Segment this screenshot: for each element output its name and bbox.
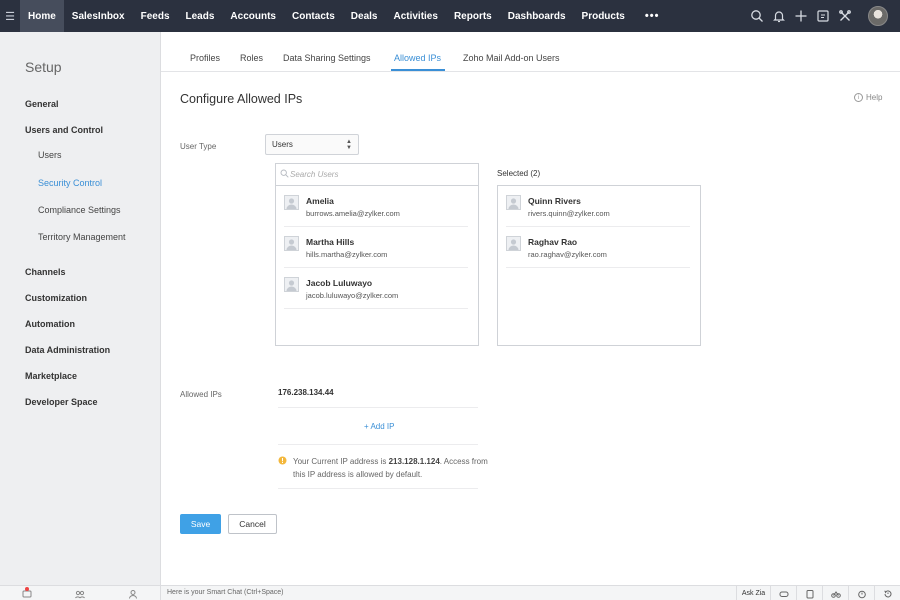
clipboard-icon[interactable] — [796, 586, 822, 600]
list-item[interactable]: Jacob Luluwayo jacob.luluwayo@zylker.com — [276, 268, 478, 309]
search-icon — [280, 169, 289, 178]
nav-salesinbox[interactable]: SalesInbox — [64, 0, 133, 32]
user-type-value: Users — [272, 140, 293, 149]
active-tab-indicator — [391, 69, 445, 71]
user-email: rao.raghav@zylker.com — [528, 250, 607, 259]
user-email: hills.martha@zylker.com — [306, 250, 388, 259]
add-ip-link[interactable]: + Add IP — [364, 422, 394, 431]
sidebar-item-developer-space[interactable]: Developer Space — [25, 397, 98, 407]
list-item[interactable]: Amelia burrows.amelia@zylker.com — [276, 186, 478, 227]
top-navigation: ☰ Home SalesInbox Feeds Leads Accounts C… — [0, 0, 900, 32]
tools-icon[interactable] — [838, 9, 852, 23]
bottom-bar: Here is your Smart Chat (Ctrl+Space) Ask… — [0, 585, 900, 600]
avatar[interactable] — [868, 6, 888, 26]
available-users-list: Amelia burrows.amelia@zylker.com Martha … — [275, 185, 479, 346]
tab-profiles[interactable]: Profiles — [190, 53, 220, 63]
user-name: Martha Hills — [306, 237, 355, 247]
smart-chat-bar[interactable]: Here is your Smart Chat (Ctrl+Space) — [167, 589, 284, 596]
list-item[interactable]: Quinn Rivers rivers.quinn@zylker.com — [498, 186, 700, 227]
nav-reports[interactable]: Reports — [446, 0, 500, 32]
gamepad-icon[interactable] — [770, 586, 796, 600]
divider — [278, 444, 478, 445]
nav-feeds[interactable]: Feeds — [133, 0, 178, 32]
cancel-button[interactable]: Cancel — [228, 514, 277, 534]
bell-icon[interactable] — [772, 9, 786, 23]
menu-icon[interactable]: ☰ — [0, 0, 20, 32]
user-name: Raghav Rao — [528, 237, 578, 247]
nav-accounts[interactable]: Accounts — [222, 0, 284, 32]
current-ip-notice: Your Current IP address is 213.128.1.124… — [293, 455, 488, 481]
tab-allowed-ips[interactable]: Allowed IPs — [394, 53, 441, 63]
avatar — [284, 195, 299, 210]
tab-zoho-mail-add-on-users[interactable]: Zoho Mail Add-on Users — [463, 53, 560, 63]
selected-count-label: Selected (2) — [497, 169, 541, 178]
help-link[interactable]: i Help — [854, 93, 882, 102]
sidebar-item-compliance-settings[interactable]: Compliance Settings — [38, 205, 121, 215]
sidebar-item-users-and-control[interactable]: Users and Control — [25, 125, 103, 135]
notice-prefix: Your Current IP address is — [293, 457, 389, 466]
sidebar-item-territory-management[interactable]: Territory Management — [38, 232, 126, 242]
divider — [278, 488, 478, 489]
nav-leads[interactable]: Leads — [178, 0, 223, 32]
nav-deals[interactable]: Deals — [343, 0, 386, 32]
user-name: Amelia — [306, 196, 334, 206]
nav-home[interactable]: Home — [20, 0, 64, 32]
allowed-ips-label: Allowed IPs — [180, 390, 222, 399]
settings-tabs: Profiles Roles Data Sharing Settings All… — [161, 32, 900, 72]
sidebar-item-marketplace[interactable]: Marketplace — [25, 371, 77, 381]
tab-roles[interactable]: Roles — [240, 53, 263, 63]
allowed-ip-value[interactable]: 176.238.134.44 — [278, 388, 334, 397]
bicycle-icon[interactable] — [822, 586, 848, 600]
selected-users-list: Quinn Rivers rivers.quinn@zylker.com Rag… — [497, 185, 701, 346]
nav-activities[interactable]: Activities — [385, 0, 445, 32]
sidebar-item-security-control[interactable]: Security Control — [38, 178, 102, 188]
help-label: Help — [866, 93, 883, 102]
sidebar-item-data-administration[interactable]: Data Administration — [25, 345, 110, 355]
list-item[interactable]: Raghav Rao rao.raghav@zylker.com — [498, 227, 700, 268]
warning-icon — [278, 456, 287, 465]
sidebar-item-users[interactable]: Users — [38, 150, 62, 160]
sidebar-item-general[interactable]: General — [25, 99, 59, 109]
user-name: Quinn Rivers — [528, 196, 581, 206]
user-type-label: User Type — [180, 142, 217, 151]
info-icon: i — [854, 93, 863, 102]
alarm-icon[interactable] — [848, 586, 874, 600]
history-icon[interactable] — [874, 586, 900, 600]
user-email: jacob.luluwayo@zylker.com — [306, 291, 399, 300]
avatar — [506, 236, 521, 251]
search-icon[interactable] — [750, 9, 764, 23]
bottom-right-icons: Ask Zia — [736, 586, 900, 600]
nav-more-button[interactable]: ••• — [633, 10, 672, 22]
avatar — [284, 236, 299, 251]
setup-sidebar: Setup General Users and Control Users Se… — [0, 32, 161, 585]
avatar — [284, 277, 299, 292]
user-type-select[interactable]: Users ▲ ▼ — [265, 134, 359, 155]
nav-contacts[interactable]: Contacts — [284, 0, 343, 32]
nav-dashboards[interactable]: Dashboards — [500, 0, 574, 32]
save-button[interactable]: Save — [180, 514, 221, 534]
notification-dot — [25, 587, 29, 591]
updown-arrow-icon: ▲ ▼ — [346, 138, 352, 151]
user-email: rivers.quinn@zylker.com — [528, 209, 610, 218]
ask-zia-button[interactable]: Ask Zia — [736, 586, 770, 600]
contacts-icon[interactable] — [127, 588, 139, 600]
page-title: Configure Allowed IPs — [180, 92, 303, 106]
divider — [278, 407, 478, 408]
list-item[interactable]: Martha Hills hills.martha@zylker.com — [276, 227, 478, 268]
sidebar-title: Setup — [25, 59, 62, 75]
tab-data-sharing-settings[interactable]: Data Sharing Settings — [283, 53, 371, 63]
avatar — [506, 195, 521, 210]
user-name: Jacob Luluwayo — [306, 278, 373, 288]
search-users-input[interactable] — [275, 163, 479, 186]
sidebar-item-channels[interactable]: Channels — [25, 267, 66, 277]
current-ip-value: 213.128.1.124 — [388, 457, 440, 466]
user-email: burrows.amelia@zylker.com — [306, 209, 400, 218]
plus-icon[interactable] — [794, 9, 808, 23]
channels-icon[interactable] — [74, 588, 86, 600]
nav-products[interactable]: Products — [574, 0, 633, 32]
calendar-icon[interactable] — [816, 9, 830, 23]
sidebar-item-automation[interactable]: Automation — [25, 319, 75, 329]
sidebar-item-customization[interactable]: Customization — [25, 293, 87, 303]
